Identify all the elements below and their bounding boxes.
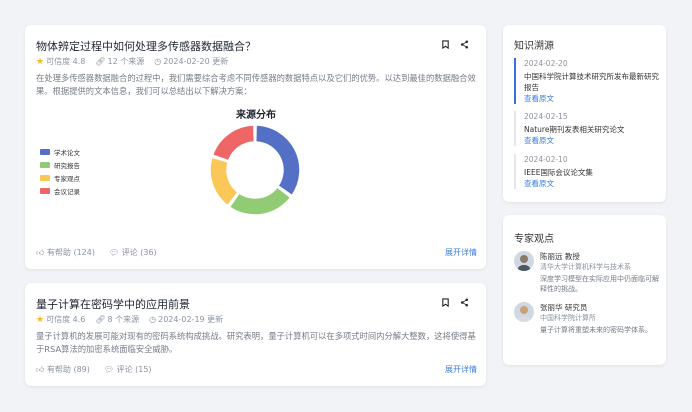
legend-swatch [40,161,50,168]
question-description: 在处理多传感器数据融合的过程中，我们需要综合考虑不同传感器的数据特点以及它们的优… [36,73,476,96]
question-card-2: 量子计算在密码学中的应用前景 ★ 可信度 4.6 🔗︎ 8 个来源 ◷ 2024-02… [25,283,486,386]
knowledge-source-panel: 知识溯源 2024-02-20 中国科学院计算技术研究所发布最新研究报告 查看原… [503,25,666,202]
source-item: 2024-02-10 IEEE国际会议论文集 查看原文 [514,154,659,189]
source-date: 2024-02-20 [524,59,568,68]
expert-name: 陈丽远 教授 [540,252,580,261]
helpful-button[interactable]: 👍︎ 有帮助 (89) [36,364,90,375]
updated-text: 2024-02-19 更新 [158,315,224,324]
expert-org: 清华大学计算机科学与技术系 [540,263,631,271]
donut-slice-3[interactable] [209,156,239,207]
donut-slice-4[interactable] [211,124,256,162]
view-original-link[interactable]: 查看原文 [524,93,659,104]
donut-slice-1[interactable] [254,124,301,197]
avatar [514,251,534,271]
rating-text: 可信度 4.6 [46,315,86,324]
source-name: IEEE国际会议论文集 [524,168,593,177]
donut-slice-2[interactable] [228,186,292,216]
star-icon: ★ [36,314,45,325]
chart-legend: 学术论文 研究报告 专家观点 会议记录 [40,145,80,197]
question-title[interactable]: 物体辨定过程中如何处理多传感器数据融合？ [36,38,256,54]
clock-icon: ◷ [149,315,157,324]
helpful-button[interactable]: 👍︎ 有帮助 (124) [36,247,95,258]
expert-item[interactable]: 张丽华 研究员 中国科学院计算所 量子计算将重塑未来的密码学体系。 [514,302,659,335]
thumbs-up-icon: 👍︎ [36,365,45,374]
share-icon[interactable] [460,297,469,310]
comment-icon: 💬︎ [108,248,120,257]
comment-button[interactable]: 💬︎ 评论 (15) [104,364,152,375]
bookmark-icon[interactable] [441,297,450,310]
question-card-1: 物体辨定过程中如何处理多传感器数据融合？ ★ 可信度 4.8 🔗︎ 12 个来源 ◷… [25,25,486,269]
updated-text: 2024-02-20 更新 [163,57,229,66]
chart-title: 来源分布 [236,110,276,121]
panel-title: 知识溯源 [514,41,554,52]
expert-item[interactable]: 陈丽远 教授 清华大学计算机科学与技术系 深度学习模型在实际应用中仍面临可解释性… [514,251,659,294]
star-icon: ★ [36,56,45,67]
legend-swatch [40,174,50,181]
legend-item[interactable]: 研究报告 [40,158,80,171]
share-icon[interactable] [460,39,469,52]
legend-item[interactable]: 学术论文 [40,145,80,158]
source-date: 2024-02-15 [524,112,568,121]
avatar [514,302,534,322]
panel-title: 专家观点 [514,234,554,245]
source-donut-chart [209,124,301,216]
sources-text: 8 个来源 [107,315,140,324]
expert-opinions-panel: 专家观点 陈丽远 教授 清华大学计算机科学与技术系 深度学习模型在实际应用中仍面… [503,215,666,365]
source-item: 2024-02-15 Nature期刊发表相关研究论文 查看原文 [514,111,659,146]
comment-button[interactable]: 💬︎ 评论 (36) [109,247,157,258]
comment-icon: 💬︎ [103,365,115,374]
clock-icon: ◷ [154,57,162,66]
source-name: 中国科学院计算技术研究所发布最新研究报告 [524,72,659,92]
expand-details-link[interactable]: 展开详情 [445,364,477,375]
question-title[interactable]: 量子计算在密码学中的应用前景 [36,296,190,312]
expert-view: 量子计算将重塑未来的密码学体系。 [540,326,652,334]
source-item: 2024-02-20 中国科学院计算技术研究所发布最新研究报告 查看原文 [514,58,659,104]
source-name: Nature期刊发表相关研究论文 [524,125,625,134]
legend-item[interactable]: 专家观点 [40,171,80,184]
view-original-link[interactable]: 查看原文 [524,178,659,189]
legend-swatch [40,187,50,194]
legend-swatch [40,148,50,155]
bookmark-icon[interactable] [441,39,450,52]
question-description: 量子计算机的发展可能对现有的密码系统构成挑战。研究表明，量子计算机可以在多项式时… [36,331,476,354]
expert-org: 中国科学院计算所 [540,314,596,322]
link-icon: 🔗︎ [95,57,106,66]
legend-item[interactable]: 会议记录 [40,184,80,197]
expert-view: 深度学习模型在实际应用中仍面临可解释性的挑战。 [540,275,659,293]
source-date: 2024-02-10 [524,155,568,164]
link-icon: 🔗︎ [95,315,106,324]
expert-name: 张丽华 研究员 [540,303,588,312]
rating-text: 可信度 4.8 [46,57,86,66]
sources-text: 12 个来源 [107,57,145,66]
view-original-link[interactable]: 查看原文 [524,135,659,146]
thumbs-up-icon: 👍︎ [36,248,45,257]
expand-details-link[interactable]: 展开详情 [445,247,477,258]
